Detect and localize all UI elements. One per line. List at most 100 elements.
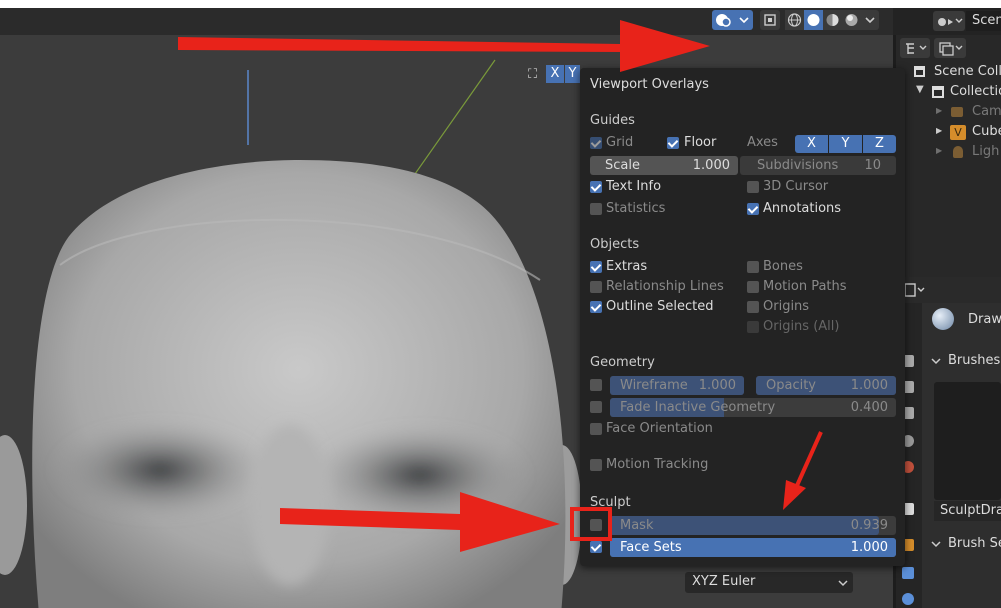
outliner-display-mode-button[interactable] (900, 38, 930, 58)
subdivisions-label: Subdivisions (757, 158, 839, 173)
shading-dropdown-button[interactable] (861, 10, 879, 30)
axes-z-toggle[interactable]: Z (863, 135, 896, 153)
collection-icon (932, 86, 944, 98)
motion-paths-checkbox-box[interactable] (747, 281, 759, 293)
chevron-down-icon (931, 358, 941, 365)
outline-selected-checkbox-box[interactable] (590, 301, 602, 313)
statistics-checkbox-box[interactable] (590, 203, 602, 215)
fade-inactive-slider[interactable]: Fade Inactive Geometry 0.400 (610, 398, 896, 417)
scale-field[interactable]: Scale 1.000 (590, 156, 738, 175)
viewport-overlays-popover: Viewport Overlays Guides Grid Floor Axes… (580, 68, 905, 566)
shading-material-button[interactable] (823, 10, 842, 30)
axis-lock-icon[interactable]: ⛶ (528, 67, 544, 83)
face-sets-value: 1.000 (850, 540, 888, 555)
top-right-header: Scen (893, 8, 1001, 35)
opacity-slider[interactable]: Opacity 1.000 (756, 376, 896, 395)
3d-cursor-checkbox-box[interactable] (747, 181, 759, 193)
rendered-sphere-icon (845, 14, 858, 26)
text-info-label: Text Info (606, 179, 662, 194)
scene-selector[interactable] (933, 11, 965, 31)
particles-tab-icon[interactable] (902, 593, 914, 605)
shading-rendered-button[interactable] (842, 10, 861, 30)
axis-y-label: Y (568, 66, 577, 81)
expand-arrow-icon[interactable]: ▼ (916, 84, 924, 95)
solid-sphere-icon (807, 14, 820, 26)
relationship-lines-checkbox-box[interactable] (590, 281, 602, 293)
overlays-dropdown-button[interactable] (735, 10, 753, 30)
outliner-row-light[interactable]: ▶ Ligh (896, 143, 1001, 163)
overlays-toggle-button[interactable] (712, 10, 735, 30)
wireframe-checkbox[interactable] (590, 379, 602, 391)
camera-icon (951, 107, 963, 117)
outliner-item-label: Collectio (950, 84, 1001, 99)
axis-y-toggle[interactable]: Y (565, 65, 580, 83)
properties-icon (904, 283, 925, 297)
scene-icon (938, 18, 963, 26)
motion-tracking-checkbox-box[interactable] (590, 459, 602, 471)
extras-checkbox-box[interactable] (590, 261, 602, 273)
xray-icon (764, 14, 776, 26)
outliner-row-cube[interactable]: ▶ V Cube (896, 123, 1001, 143)
subdivisions-field[interactable]: Subdivisions 10 (740, 156, 896, 175)
expand-arrow-icon[interactable]: ▶ (936, 146, 942, 155)
statistics-label: Statistics (606, 201, 666, 216)
opacity-label: Opacity (766, 378, 817, 393)
scale-label: Scale (605, 158, 640, 173)
xray-toggle-button[interactable] (760, 10, 780, 30)
light-icon (953, 146, 963, 158)
wrench-icon[interactable] (902, 567, 914, 579)
axes-x-toggle[interactable]: X (795, 135, 828, 153)
bones-checkbox-box[interactable] (747, 261, 759, 273)
brush-preview-name-field[interactable]: SculptDra (934, 501, 1001, 521)
axis-x-toggle[interactable]: X (546, 65, 564, 83)
3d-cursor-label: 3D Cursor (763, 179, 829, 194)
brush-icon (932, 308, 954, 330)
outliner-row-collection[interactable]: ▼ Collectio (896, 83, 1001, 103)
chevron-down-icon (865, 17, 875, 24)
wireframe-label: Wireframe (620, 378, 688, 393)
mask-checkbox[interactable] (590, 519, 602, 531)
annotations-checkbox-box[interactable] (747, 203, 759, 215)
outliner-row-scene-collection[interactable]: Scene Coll (896, 63, 1001, 83)
origins-checkbox-box[interactable] (747, 301, 759, 313)
face-sets-checkbox[interactable] (590, 541, 602, 553)
shading-solid-button[interactable] (804, 10, 823, 30)
outline-selected-label: Outline Selected (606, 299, 714, 314)
brushes-panel-header[interactable]: Brushes (926, 350, 1001, 372)
text-info-checkbox-box[interactable] (590, 181, 602, 193)
chevron-down-icon (838, 580, 848, 587)
properties-editor-type-button[interactable] (902, 280, 930, 300)
face-sets-label: Face Sets (620, 540, 682, 555)
outliner-panel: Scene Coll ▼ Collectio ▶ Cam ▶ V Cube ▶ … (896, 35, 1001, 277)
origins-all-checkbox-box[interactable] (747, 321, 759, 333)
face-orientation-label: Face Orientation (606, 421, 713, 436)
face-sets-slider[interactable]: Face Sets 1.000 (610, 538, 896, 557)
mask-slider[interactable]: Mask 0.939 (610, 516, 896, 535)
scene-name-field[interactable]: Scen (966, 11, 1001, 31)
fade-inactive-checkbox[interactable] (590, 401, 602, 413)
brush-preview[interactable] (934, 382, 1001, 500)
motion-paths-label: Motion Paths (763, 279, 847, 294)
fade-inactive-value: 0.400 (850, 400, 888, 415)
brush-name-label[interactable]: Draw (968, 312, 1001, 327)
wireframe-slider[interactable]: Wireframe 1.000 (610, 376, 744, 395)
outliner-row-camera[interactable]: ▶ Cam (896, 103, 1001, 123)
rotation-mode-dropdown[interactable]: XYZ Euler (685, 572, 853, 593)
floor-label: Floor (684, 135, 717, 150)
top-strip (0, 0, 1001, 8)
geometry-heading: Geometry (590, 355, 655, 370)
grid-checkbox-box[interactable] (590, 137, 602, 149)
outliner-icon (906, 43, 927, 54)
brush-settings-panel-header[interactable]: Brush Se (926, 533, 1001, 555)
motion-tracking-label: Motion Tracking (606, 457, 709, 472)
floor-checkbox-box[interactable] (667, 137, 679, 149)
face-orientation-checkbox-box[interactable] (590, 423, 602, 435)
axes-y-toggle[interactable]: Y (829, 135, 862, 153)
shading-wireframe-button[interactable] (785, 10, 804, 30)
outliner-item-label: Cube (972, 124, 1001, 139)
expand-arrow-icon[interactable]: ▶ (936, 126, 942, 135)
expand-arrow-icon[interactable]: ▶ (936, 106, 942, 115)
axes-label: Axes (747, 135, 778, 150)
outliner-filter-button[interactable] (934, 38, 966, 58)
relationship-lines-label: Relationship Lines (606, 279, 724, 294)
